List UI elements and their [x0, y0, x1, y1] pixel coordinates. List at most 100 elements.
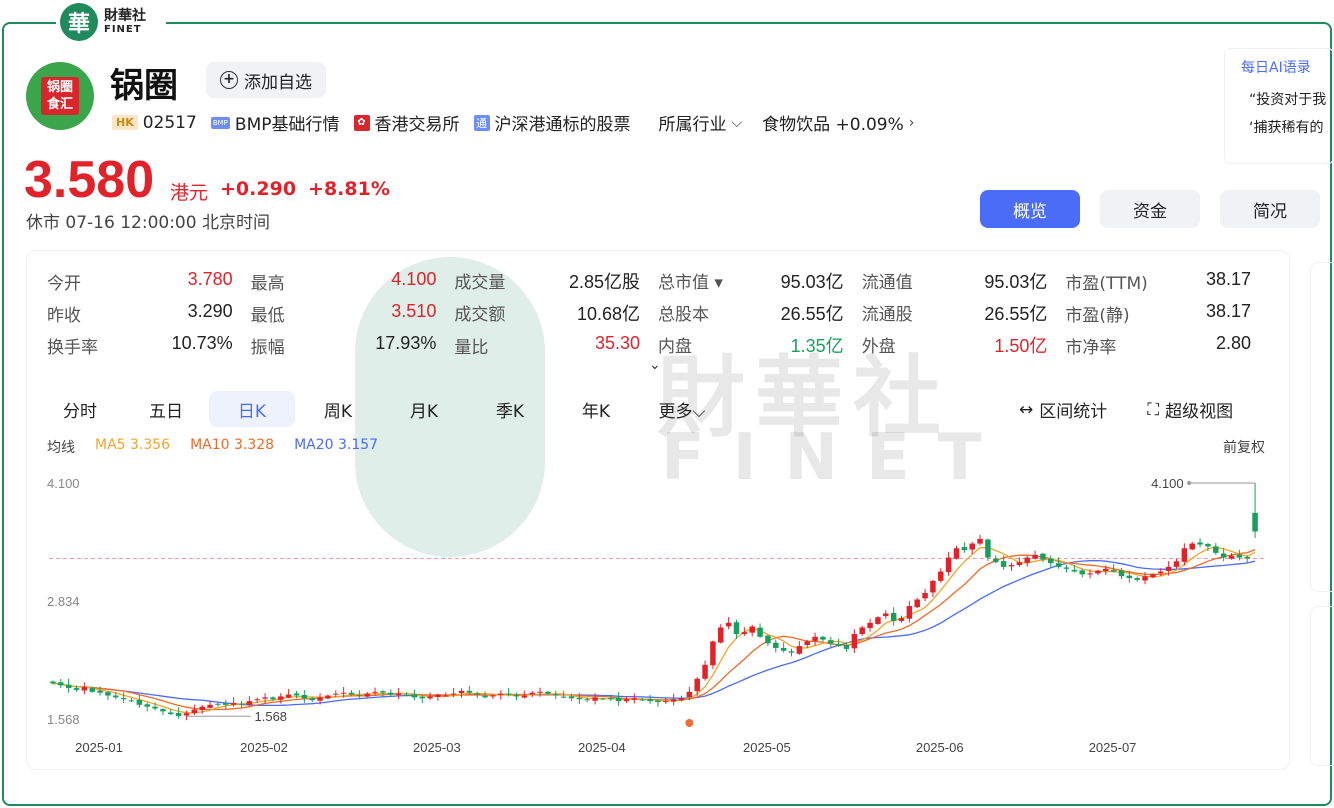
y-tick-label: 2.834	[47, 594, 80, 609]
y-tick-label: 1.568	[47, 712, 80, 727]
candle-body	[113, 695, 119, 698]
hkex-icon: ✿	[353, 114, 370, 131]
candle-body	[97, 690, 103, 693]
candle-body	[1252, 512, 1258, 532]
candle-body	[333, 693, 339, 695]
candle-body	[348, 692, 355, 695]
hk-badge: HK	[112, 115, 138, 130]
min-price-label: 1.568	[255, 709, 288, 724]
price-adjust-toggle[interactable]: 前复权	[1223, 437, 1265, 457]
candle-body	[930, 580, 936, 593]
kline-tab[interactable]: 周K	[295, 391, 381, 427]
stats-grid: 今开 3.780 最高 4.100 成交量 2.85亿股 总市值 ▾ 95.03亿 流通值 95.…	[47, 265, 1269, 361]
tab-profile[interactable]: 简况	[1220, 190, 1320, 228]
candle-body	[191, 709, 198, 714]
stat-item: 流通值 95.03亿	[862, 268, 1066, 294]
side-panel	[1310, 262, 1334, 592]
candle-body	[278, 696, 284, 700]
candle-body	[1118, 570, 1125, 577]
candle-body	[490, 695, 496, 697]
stat-item: 外盘 1.50亿	[862, 332, 1066, 358]
stat-label: 成交额	[454, 305, 506, 325]
candle-body	[1024, 557, 1030, 563]
candle-body	[1228, 555, 1235, 559]
stat-label: 内盘	[658, 337, 693, 357]
stat-value: 10.68亿	[576, 304, 641, 324]
stat-value: 3.780	[187, 268, 233, 289]
candle-body	[568, 696, 575, 699]
bmp-icon: BMP	[210, 116, 230, 129]
stat-value: 1.35亿	[790, 336, 844, 356]
kline-chart[interactable]: 4.100 2.834 1.568 4.100 1.568 2025-01 2025-02 2…	[27, 461, 1289, 761]
x-tick-label: 2025-07	[1089, 740, 1137, 755]
candle-body	[820, 636, 826, 640]
candle-body	[215, 703, 221, 705]
candle-body	[922, 592, 928, 599]
candle-body	[953, 548, 960, 559]
max-price-label: 4.100	[1151, 476, 1184, 491]
tab-overview[interactable]: 概览	[980, 190, 1080, 228]
candle-body	[81, 687, 88, 691]
add-watchlist-button[interactable]: + 添加自选	[206, 62, 326, 98]
range-stats-button[interactable]: ↔ 区间统计	[1019, 397, 1107, 423]
industry-label: 所属行业	[658, 115, 727, 135]
candle-body	[505, 693, 512, 695]
candle-body	[1095, 570, 1101, 574]
stat-label: 最低	[250, 305, 285, 326]
kline-tab[interactable]: 五日	[123, 391, 209, 427]
kline-tab[interactable]: 年K	[553, 391, 639, 427]
candle-body	[199, 706, 205, 711]
stat-item: 成交量 2.85亿股	[454, 268, 658, 294]
connect-tag[interactable]: 通 沪深港通标的股票	[473, 110, 631, 135]
candle-body	[969, 543, 975, 550]
stat-value: 35.30	[594, 332, 641, 353]
candle-body	[537, 691, 543, 693]
industry-link[interactable]: 食物饮品 +0.09% ›	[762, 110, 914, 136]
candle-body	[977, 538, 983, 544]
candle-body	[1158, 571, 1164, 574]
kline-tab[interactable]: 季K	[467, 391, 553, 427]
candle-body	[1103, 568, 1109, 572]
stat-label: 今开	[47, 273, 81, 294]
ai-quote-title: 每日AI语录	[1241, 60, 1311, 76]
stat-label: 总市值 ▾	[658, 273, 723, 293]
kline-tab[interactable]: 分时	[37, 391, 123, 427]
kline-tab[interactable]: 日K	[209, 391, 295, 427]
y-tick-label: 4.100	[47, 476, 80, 491]
kline-tab[interactable]: 更多⌵	[639, 391, 725, 427]
stat-label: 量比	[454, 337, 489, 358]
candle-body	[647, 699, 653, 702]
stat-value: 95.03亿	[984, 272, 1048, 292]
expand-chevron-icon[interactable]: ⌄	[649, 357, 661, 373]
super-view-button[interactable]: ⛶ 超级视图	[1147, 397, 1234, 423]
ma-legend: 均线 MA5 3.356 MA10 3.328 MA20 3.157	[47, 437, 378, 457]
connect-icon: 通	[473, 114, 490, 131]
candle-body	[741, 632, 748, 634]
stat-item: 市净率 2.80	[1065, 333, 1269, 358]
stock-name: 锅圈	[110, 66, 178, 106]
price-change: 港元 +0.290 +8.81%	[170, 178, 390, 205]
ai-quote-box[interactable]: 每日AI语录 “投资对于我 ‘捕获稀有的	[1224, 48, 1334, 164]
candle-body	[883, 613, 889, 617]
candle-body	[765, 635, 771, 644]
stat-label: 成交量	[454, 273, 506, 293]
candle-body	[230, 702, 237, 705]
ai-quote-line-1: “投资对于我	[1249, 92, 1327, 108]
kline-tab[interactable]: 月K	[381, 391, 467, 427]
hkex-tag[interactable]: ✿ 香港交易所	[353, 110, 460, 135]
brand-seal-icon: 華	[60, 3, 98, 41]
super-view-label: 超级视图	[1165, 402, 1234, 422]
tab-capital[interactable]: 资金	[1100, 190, 1200, 228]
currency-unit: 港元	[170, 182, 209, 204]
industry-dropdown[interactable]: 所属行业 ⌵	[658, 110, 743, 136]
stat-value: 2.85亿股	[568, 272, 641, 292]
candle-body	[898, 618, 905, 621]
chart-tools: ↔ 区间统计 ⛶ 超级视图	[1019, 397, 1234, 423]
stat-label: 市净率	[1065, 337, 1117, 358]
candle-body	[270, 697, 276, 700]
ma10-line	[52, 548, 1256, 711]
candle-body	[749, 626, 755, 633]
stat-item: 换手率 10.73%	[47, 333, 251, 358]
bmp-tag[interactable]: BMP BMP基础行情	[210, 110, 340, 135]
candle-body	[914, 599, 920, 608]
